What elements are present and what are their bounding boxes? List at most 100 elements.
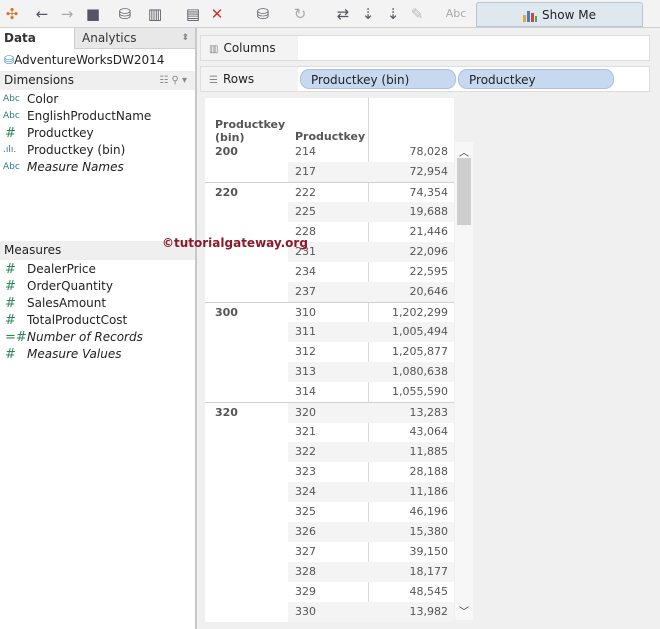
table-row[interactable]: 329 48,545 [205, 582, 454, 602]
columns-label: Columns [223, 41, 276, 55]
numeric-field-icon: # [5, 262, 16, 277]
field-label: DealerPrice [27, 262, 96, 276]
datasource-item[interactable]: ⛁AdventureWorksDW2014 [0, 49, 195, 71]
table-row[interactable]: 237 20,646 [205, 282, 454, 302]
numeric-field-icon: # [5, 126, 16, 141]
vertical-scrollbar[interactable]: ︿ ﹀ [455, 142, 473, 620]
field-productkey[interactable]: # Productkey [0, 125, 195, 142]
field-color[interactable]: Abc Color [0, 91, 195, 108]
key-cell: 314 [295, 385, 316, 398]
key-cell: 326 [295, 525, 316, 538]
field-productkey-bin[interactable]: .ılı. Productkey (bin) [0, 142, 195, 159]
bar-chart-icon [523, 10, 538, 22]
field-measure-values[interactable]: # Measure Values [0, 346, 195, 363]
table-row[interactable]: 225 19,688 [205, 202, 454, 222]
data-pane: Data Analytics ⬍ ⛁AdventureWorksDW2014 Di… [0, 28, 197, 629]
table-row[interactable]: 234 22,595 [205, 262, 454, 282]
table-row[interactable]: 300 310 1,202,299 [205, 302, 454, 322]
new-datasource-icon[interactable]: ⛁ [115, 4, 135, 24]
tab-data[interactable]: Data [0, 28, 74, 49]
key-cell: 311 [295, 325, 316, 338]
table-row[interactable]: 327 39,150 [205, 542, 454, 562]
bin-cell: 300 [215, 306, 238, 319]
table-row[interactable]: 311 1,005,494 [205, 322, 454, 342]
table-row[interactable]: 330 13,982 [205, 602, 454, 622]
field-label: Measure Values [27, 347, 122, 361]
new-worksheet-icon[interactable]: ▥ [145, 4, 165, 24]
swap-icon[interactable]: ⇄ [333, 4, 353, 24]
field-label: Productkey [27, 126, 94, 140]
table-row[interactable]: 324 11,186 [205, 482, 454, 502]
datasource-icon: ⛁ [4, 53, 15, 67]
datasource-icon[interactable]: ⛁ [253, 4, 273, 24]
bin-cell: 220 [215, 186, 238, 199]
field-salesamount[interactable]: # SalesAmount [0, 295, 195, 312]
table-row[interactable]: 328 18,177 [205, 562, 454, 582]
key-cell: 329 [295, 585, 316, 598]
field-orderquantity[interactable]: # OrderQuantity [0, 278, 195, 295]
value-cell: 28,188 [409, 465, 449, 478]
highlight-icon[interactable]: ✎ [407, 4, 427, 24]
table-row[interactable]: 314 1,055,590 [205, 382, 454, 402]
field-totalproductcost[interactable]: # TotalProductCost [0, 312, 195, 329]
scroll-down-icon[interactable]: ﹀ [455, 603, 473, 618]
tab-analytics[interactable]: Analytics ⬍ [74, 28, 197, 49]
key-cell: 325 [295, 505, 316, 518]
bin-cell: 320 [215, 406, 238, 419]
table-row[interactable]: 320 320 13,283 [205, 402, 454, 423]
table-row[interactable]: 323 28,188 [205, 462, 454, 482]
table-row[interactable]: 321 43,064 [205, 422, 454, 442]
numeric-field-icon: # [5, 279, 16, 294]
sort-desc-icon[interactable]: ⇣ [383, 4, 403, 24]
show-me-button[interactable]: Show Me [476, 2, 643, 27]
field-measure-names[interactable]: Abc Measure Names [0, 159, 195, 176]
key-cell: 328 [295, 565, 316, 578]
value-cell: 43,064 [409, 425, 449, 438]
table-row[interactable]: 325 46,196 [205, 502, 454, 522]
save-icon[interactable]: ■ [83, 4, 103, 24]
back-icon[interactable]: ← [32, 4, 52, 24]
value-cell: 15,380 [409, 525, 449, 538]
clear-sheet-icon[interactable]: ✕ [207, 4, 227, 24]
table-row[interactable]: 312 1,205,877 [205, 342, 454, 362]
value-cell: 11,885 [409, 445, 449, 458]
scroll-up-icon[interactable]: ︿ [455, 144, 473, 159]
key-cell: 327 [295, 545, 316, 558]
field-englishproductname[interactable]: Abc EnglishProductName [0, 108, 195, 125]
scroll-thumb[interactable] [457, 158, 471, 225]
table-row[interactable]: 220 222 74,354 [205, 182, 454, 202]
key-cell: 222 [295, 186, 316, 199]
rows-pill-productkey-bin[interactable]: Productkey (bin) [300, 69, 456, 89]
key-cell: 320 [295, 406, 316, 419]
rows-pill-productkey[interactable]: Productkey [458, 69, 614, 89]
tableau-logo-icon[interactable]: ✣ [2, 4, 22, 24]
pane-menu-icon[interactable]: ⬍ [181, 28, 189, 48]
search-icon[interactable]: ☷ ⚲ ▾ [159, 71, 187, 90]
numeric-field-icon: # [5, 347, 16, 362]
header-productkey-bin[interactable]: Productkey (bin) [215, 118, 285, 144]
field-dealerprice[interactable]: # DealerPrice [0, 261, 195, 278]
rows-shelf[interactable]: ☰ Rows Productkey (bin) Productkey [200, 66, 650, 92]
table-row[interactable]: 217 72,954 [205, 162, 454, 182]
table-row[interactable]: 313 1,080,638 [205, 362, 454, 382]
sort-asc-icon[interactable]: ⇣ [358, 4, 378, 24]
datasource-name: AdventureWorksDW2014 [14, 53, 165, 67]
duplicate-sheet-icon[interactable]: ▤ [183, 4, 203, 24]
label-icon[interactable]: Abc [444, 4, 468, 24]
key-cell: 324 [295, 485, 316, 498]
refresh-icon[interactable]: ↻ [290, 4, 310, 24]
columns-shelf[interactable]: ▥ Columns [200, 35, 650, 61]
table-row[interactable]: 322 11,885 [205, 442, 454, 462]
field-number-of-records[interactable]: =# Number of Records [0, 329, 195, 346]
table-row[interactable]: 200 214 78,028 [205, 142, 454, 162]
value-cell: 11,186 [409, 485, 449, 498]
string-field-icon: Abc [3, 162, 20, 172]
field-label: Measure Names [27, 160, 124, 174]
forward-icon[interactable]: → [57, 4, 77, 24]
table-row[interactable]: 326 15,380 [205, 522, 454, 542]
key-cell: 313 [295, 365, 316, 378]
string-field-icon: Abc [3, 111, 20, 121]
value-cell: 19,688 [409, 205, 449, 218]
show-me-label: Show Me [542, 8, 596, 22]
bin-field-icon: .ılı. [3, 145, 17, 155]
